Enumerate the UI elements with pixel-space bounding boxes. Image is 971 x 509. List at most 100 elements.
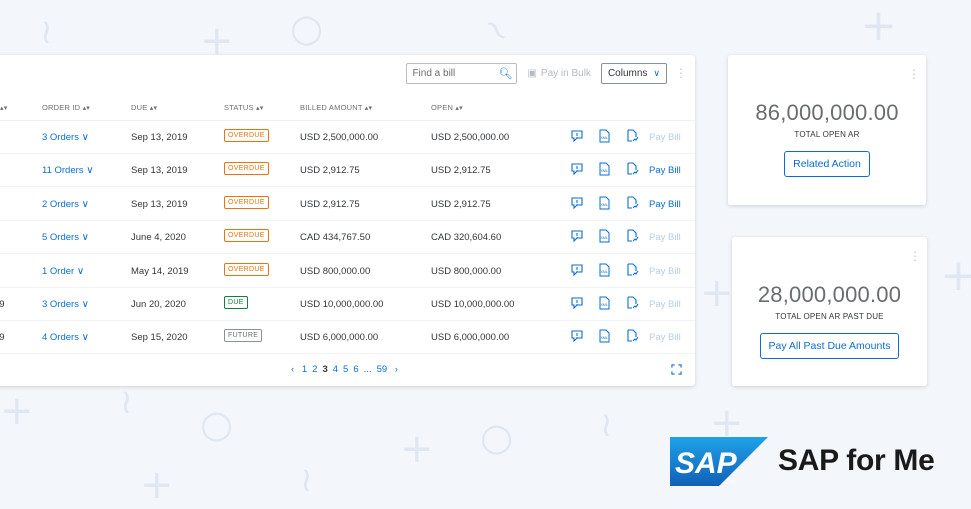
pay-bill-button[interactable]: Pay Bill (649, 132, 681, 143)
pay-bill-button[interactable]: Pay Bill (649, 165, 681, 176)
chevron-down-icon: ∨ (76, 265, 85, 277)
total-open-ar-past-due-card: ⋮ 28,000,000.00 TOTAL OPEN AR PAST DUE P… (732, 237, 927, 386)
xml-download-icon[interactable]: XML (597, 229, 611, 243)
search-icon[interactable]: 🔍︎ (498, 67, 512, 80)
orders-label: 3 Orders (42, 132, 79, 143)
due-date-cell: Sep 13, 2019 (131, 132, 188, 143)
dispute-icon[interactable] (570, 229, 584, 243)
header-order-id-label: ORDER ID (42, 103, 81, 112)
orders-link[interactable]: 4 Orders ∨ (42, 332, 89, 343)
page-number[interactable]: 5 (343, 364, 348, 375)
orders-label: 5 Orders (42, 232, 79, 244)
more-vertical-icon[interactable]: ⋮ (908, 67, 920, 81)
sap-logo-text: SAP (675, 447, 738, 480)
header-due[interactable]: DUE ▴▾ (131, 103, 157, 112)
svg-text:XML: XML (601, 236, 608, 240)
header-billed-amount[interactable]: BILLED AMOUNT ▴▾ (300, 103, 372, 112)
pdf-download-icon[interactable] (625, 296, 639, 310)
prev-page-icon[interactable]: ‹ (291, 364, 294, 375)
dispute-icon[interactable] (570, 329, 584, 343)
next-page-icon[interactable]: › (395, 364, 398, 375)
orders-link[interactable]: 1 Order ∨ (42, 266, 84, 277)
page: { "table": { "search_placeholder": "Find… (0, 0, 971, 509)
header-sort-lead[interactable]: ▴▾ (0, 103, 7, 112)
xml-download-icon[interactable]: XML (597, 162, 611, 176)
pdf-download-icon[interactable] (625, 196, 639, 210)
dispute-icon[interactable] (570, 162, 584, 176)
pdf-download-icon[interactable] (625, 162, 639, 176)
sort-icon: ▴▾ (455, 105, 463, 112)
billed-amount-cell: USD 2,912.75 (300, 165, 360, 177)
page-number[interactable]: 3 (322, 364, 327, 375)
orders-link[interactable]: 3 Orders ∨ (42, 132, 89, 143)
columns-dropdown[interactable]: Columns ∨ (600, 62, 667, 84)
header-open[interactable]: OPEN ▴▾ (431, 103, 463, 112)
sort-icon: ▴▾ (149, 105, 158, 112)
dispute-icon[interactable] (570, 296, 584, 310)
table-toolbar: Find a bill 🔍︎ ▣ Pay in Bulk Columns ∨ ⋮ (406, 62, 687, 84)
page-number[interactable]: 59 (377, 364, 388, 375)
search-input[interactable]: Find a bill 🔍︎ (406, 62, 518, 84)
open-amount-cell: USD 2,912.75 (431, 198, 491, 210)
expand-icon[interactable] (671, 364, 682, 375)
sap-logo: SAP ® (670, 437, 768, 486)
dispute-icon[interactable] (570, 263, 584, 277)
search-placeholder: Find a bill (412, 67, 456, 79)
orders-link[interactable]: 5 Orders ∨ (42, 232, 89, 243)
total-past-due-value: 28,000,000.00 (757, 282, 902, 307)
header-status[interactable]: STATUS ▴▾ (224, 103, 263, 112)
dispute-icon[interactable] (570, 129, 584, 143)
pdf-download-icon[interactable] (625, 263, 639, 277)
pay-in-bulk-label: Pay in Bulk (540, 67, 591, 79)
pay-bill-button[interactable]: Pay Bill (649, 332, 681, 343)
xml-download-icon[interactable]: XML (597, 196, 611, 210)
total-open-ar-card: ⋮ 86,000,000.00 TOTAL OPEN AR Related Ac… (728, 55, 926, 205)
svg-text:®: ® (730, 478, 736, 486)
orders-link[interactable]: 2 Orders ∨ (42, 199, 89, 210)
more-vertical-icon[interactable]: ⋮ (675, 66, 687, 80)
sort-icon: ▴▾ (0, 105, 8, 112)
pay-bill-button[interactable]: Pay Bill (649, 299, 681, 310)
pay-in-bulk-button[interactable]: ▣ Pay in Bulk (525, 68, 592, 79)
xml-download-icon[interactable]: XML (597, 263, 611, 277)
pay-bill-button[interactable]: Pay Bill (649, 232, 681, 243)
pdf-download-icon[interactable] (625, 229, 639, 243)
pdf-download-icon[interactable] (625, 329, 639, 343)
orders-label: 11 Orders (42, 165, 84, 177)
orders-link[interactable]: 11 Orders ∨ (42, 165, 94, 176)
table-row[interactable]: 95 Orders ∨June 4, 2020OVERDUECAD 434,76… (0, 221, 695, 255)
header-status-label: STATUS (224, 103, 254, 112)
orders-link[interactable]: 3 Orders ∨ (42, 299, 89, 310)
table-row[interactable]: 91 Order ∨May 14, 2019OVERDUEUSD 800,000… (0, 255, 695, 288)
table-row[interactable]: 19 4 Orders ∨ Sep 15, 2020 FUTURE USD 6,000,… (0, 321, 695, 355)
open-amount-cell: USD 10,000,000.00 (431, 299, 515, 310)
more-vertical-icon[interactable]: ⋮ (909, 249, 921, 263)
table-row[interactable]: 19 3 Orders ∨ Jun 20, 2020 DUE USD 10,000,00… (0, 288, 695, 321)
xml-download-icon[interactable]: XML (597, 296, 611, 310)
page-number[interactable]: 2 (312, 364, 317, 375)
xml-download-icon[interactable]: XML (597, 129, 611, 143)
bulk-pay-icon: ▣ (527, 67, 537, 79)
bg-plus-shape: + (140, 462, 174, 508)
page-number[interactable]: 6 (353, 364, 358, 375)
table-row[interactable]: 92 Orders ∨Sep 13, 2019OVERDUEUSD 2,912.… (0, 188, 695, 221)
header-order-id[interactable]: ORDER ID ▴▾ (42, 103, 90, 112)
pay-bill-button[interactable]: Pay Bill (649, 199, 681, 210)
due-date-cell: Sep 13, 2019 (131, 165, 188, 177)
page-number[interactable]: 4 (333, 364, 338, 375)
dispute-icon[interactable] (570, 196, 584, 210)
total-open-ar-label: TOTAL OPEN AR (794, 130, 860, 139)
row-lead-cell: 19 (0, 332, 5, 344)
header-due-label: DUE (131, 103, 148, 112)
pdf-download-icon[interactable] (625, 129, 639, 143)
table-row[interactable]: 911 Orders ∨Sep 13, 2019OVERDUEUSD 2,912… (0, 154, 695, 188)
total-past-due-label: TOTAL OPEN AR PAST DUE (775, 312, 884, 321)
page-number[interactable]: 1 (302, 364, 307, 375)
pay-all-past-due-button[interactable]: Pay All Past Due Amounts (759, 333, 900, 359)
table-row[interactable]: 93 Orders ∨Sep 13, 2019OVERDUEUSD 2,500,… (0, 121, 695, 154)
due-date-cell: Sep 15, 2020 (131, 332, 188, 344)
related-action-button[interactable]: Related Action (784, 151, 870, 177)
pay-bill-button[interactable]: Pay Bill (649, 266, 681, 277)
xml-download-icon[interactable]: XML (597, 329, 611, 343)
bg-plus-shape: + (860, 0, 897, 51)
